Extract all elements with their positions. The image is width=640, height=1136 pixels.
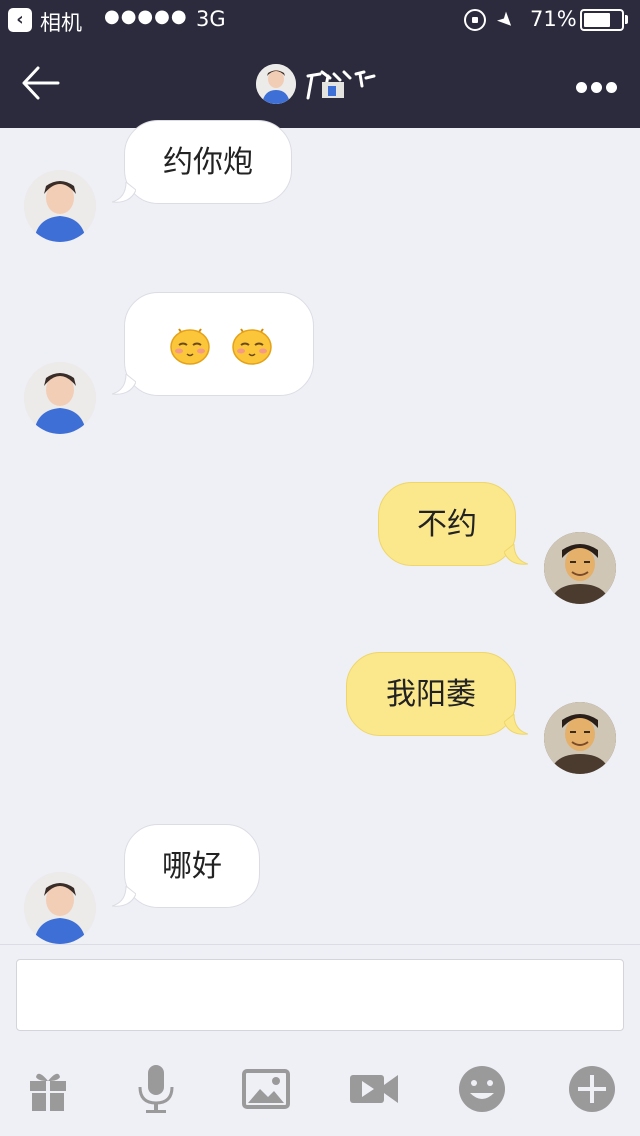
video-icon[interactable] (348, 1063, 400, 1115)
message-bubble-incoming[interactable]: 约你炮 (124, 120, 292, 204)
back-to-app-label[interactable]: 相机 (40, 7, 82, 37)
contact-avatar-msg5[interactable] (24, 872, 96, 944)
location-icon: ➤ (491, 5, 521, 35)
blush-emoji-icon (232, 328, 272, 365)
plus-icon[interactable] (566, 1063, 618, 1115)
status-bar: ‹ 相机 ●●●●● 3G ➤ 71% (0, 0, 640, 40)
bubble-tail (504, 714, 528, 735)
chat-thread[interactable]: 约你炮 不约 我阳萎 哪好 (0, 120, 640, 944)
battery-fill (584, 13, 610, 27)
contact-avatar-msg1[interactable] (24, 170, 96, 242)
battery-icon (580, 9, 624, 31)
message-bubble-outgoing[interactable]: 我阳萎 (346, 652, 516, 736)
contact-avatar-msg2[interactable] (24, 362, 96, 434)
microphone-icon[interactable] (130, 1063, 182, 1115)
message-text: 约你炮 (163, 145, 253, 180)
bubble-tail (504, 544, 528, 565)
nav-bar (0, 40, 640, 128)
composer (0, 944, 640, 1136)
contact-avatar[interactable] (256, 64, 296, 104)
image-icon[interactable] (240, 1063, 292, 1115)
emoji-icon[interactable] (456, 1063, 508, 1115)
back-arrow-icon[interactable] (20, 62, 62, 104)
message-input[interactable] (16, 959, 624, 1031)
rotation-lock-icon (464, 9, 486, 31)
my-avatar-msg3[interactable] (544, 532, 616, 604)
bubble-tail (112, 182, 136, 203)
header: ‹ 相机 ●●●●● 3G ➤ 71% (0, 0, 640, 128)
battery-percentage: 71% (530, 7, 577, 31)
signal-strength: ●●●●● (104, 6, 188, 27)
bubble-tail (112, 374, 136, 395)
message-text: 我阳萎 (386, 677, 476, 712)
message-bubble-incoming[interactable]: 哪好 (124, 824, 260, 908)
blush-emoji-icon (170, 328, 210, 365)
battery-tip (625, 15, 628, 24)
gift-icon[interactable] (22, 1063, 74, 1115)
message-bubble-outgoing[interactable]: 不约 (378, 482, 516, 566)
contact-name-obscured (306, 70, 376, 100)
message-text: 不约 (417, 507, 477, 542)
message-text: 哪好 (162, 849, 222, 884)
more-dots-icon[interactable] (576, 78, 624, 93)
bubble-tail (112, 886, 136, 907)
my-avatar-msg4[interactable] (544, 702, 616, 774)
back-to-app-icon[interactable]: ‹ (8, 8, 32, 32)
message-bubble-incoming-emoji[interactable] (124, 292, 314, 396)
composer-toolbar (0, 1063, 640, 1115)
network-type: 3G (196, 7, 226, 31)
